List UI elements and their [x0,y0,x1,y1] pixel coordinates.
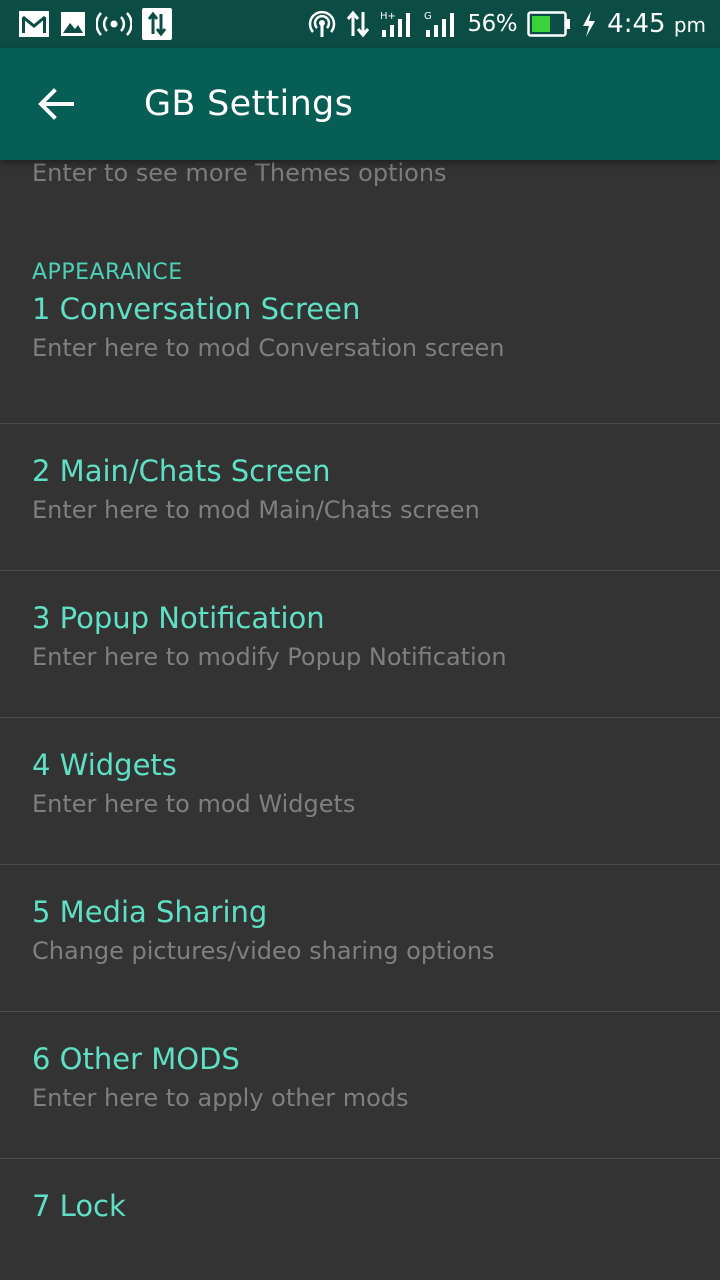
pref-title: 4 Widgets [32,748,177,782]
pref-summary: Enter here to mod Main/Chats screen [32,496,480,524]
pref-summary: Enter here to modify Popup Notification [32,643,507,671]
status-left-icons [18,8,172,40]
clock: 4:45 pm [607,9,706,39]
signal-h-plus-icon: H+ [380,9,414,39]
status-right-icons: H+ G 56% 4:45 pm [308,9,706,39]
pref-title: 7 Lock [32,1189,126,1223]
svg-text:G: G [424,11,432,22]
charging-icon [581,9,597,39]
pref-title: 2 Main/Chats Screen [32,454,331,488]
pref-title: 5 Media Sharing [32,895,268,929]
themes-item-summary[interactable]: Enter to see more Themes options [0,160,720,200]
svg-text:H+: H+ [380,11,396,22]
pref-title: 3 Popup Notification [32,601,325,635]
status-bar: H+ G 56% 4:45 pm [0,0,720,48]
pref-conversation-screen[interactable]: 1 Conversation Screen Enter here to mod … [0,290,720,424]
pref-media-sharing[interactable]: 5 Media Sharing Change pictures/video sh… [0,865,720,1012]
battery-icon [527,9,571,39]
pref-summary: Enter here to apply other mods [32,1084,409,1112]
pref-popup-notification[interactable]: 3 Popup Notification Enter here to modif… [0,571,720,718]
page-title: GB Settings [144,84,354,124]
back-button[interactable] [0,48,112,160]
pref-widgets[interactable]: 4 Widgets Enter here to mod Widgets [0,718,720,865]
hotspot-icon [96,9,132,39]
pref-summary: Change pictures/video sharing options [32,937,495,965]
pref-other-mods[interactable]: 6 Other MODS Enter here to apply other m… [0,1012,720,1159]
gallery-icon [60,9,86,39]
battery-percent: 56% [467,11,518,37]
pref-lock[interactable]: 7 Lock [0,1159,720,1280]
pref-title: 6 Other MODS [32,1042,240,1076]
wifi-tethering-icon [308,9,336,39]
clock-time: 4:45 [607,9,666,39]
pref-title: 1 Conversation Screen [32,292,361,326]
data-arrows-icon [346,9,370,39]
pref-main-chats-screen[interactable]: 2 Main/Chats Screen Enter here to mod Ma… [0,424,720,571]
arrow-back-icon [38,88,74,120]
gmail-icon [18,9,50,39]
pref-summary: Enter here to mod Widgets [32,790,356,818]
app-bar: GB Settings [0,48,720,160]
settings-list[interactable]: Enter to see more Themes options APPEARA… [0,160,720,1280]
data-transfer-icon [142,8,172,40]
clock-meridiem: pm [673,13,706,37]
signal-g-icon: G [424,9,458,39]
pref-summary: Enter here to mod Conversation screen [32,334,505,362]
